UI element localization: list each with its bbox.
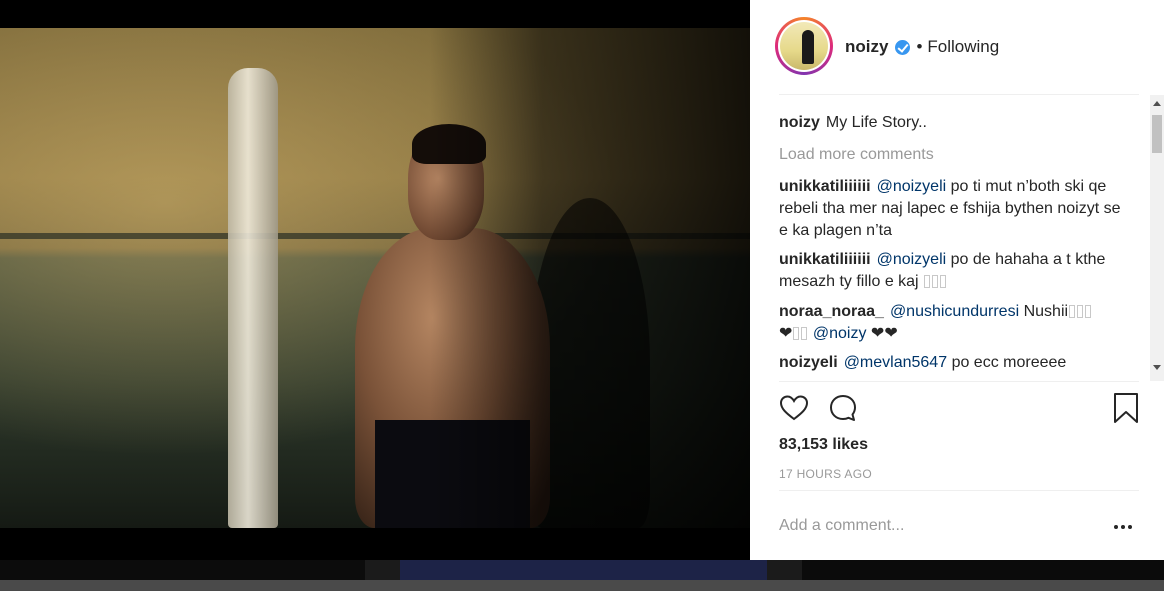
comment-text: Nushii [1023,303,1069,320]
load-more-comments-button[interactable]: Load more comments [779,144,934,166]
photo-shadow-overlay [430,28,750,528]
avatar[interactable] [778,20,830,72]
comment-item: noizyeli @mevlan5647 po ecc moreeee [779,352,1124,374]
scroll-up-arrow-icon[interactable] [1153,101,1161,106]
comment-mention[interactable]: @mevlan5647 [844,354,947,371]
post-media[interactable] [0,0,750,560]
emoji-placeholder-icon [932,275,939,289]
heart-emoji: ❤ [779,325,793,342]
emoji-placeholder-icon [793,327,800,341]
username-link[interactable]: noizy [845,37,888,57]
emoji-placeholder-icon [1085,305,1092,319]
emoji-placeholder-icon [1077,305,1084,319]
post-timestamp[interactable]: 17 HOURS AGO [779,467,872,481]
bookmark-icon[interactable] [1112,392,1140,424]
comment-mention[interactable]: @noizyeli [877,178,947,195]
post-photo[interactable] [0,28,750,528]
comment-username[interactable]: unikkatiliiiiii [779,251,871,268]
more-options-icon[interactable] [1114,525,1132,529]
separator-dot: • [916,37,923,56]
comment-username[interactable]: noizy [779,114,820,131]
comment-item: unikkatiliiiiii @noizyeli po ti mut n’bot… [779,176,1124,242]
bottom-bar [0,580,1164,591]
emoji-placeholder-icon [1069,305,1076,319]
heart-icon[interactable] [778,392,810,424]
caption: noizy My Life Story.. [779,112,1124,134]
feed-thumbnail [802,560,1164,580]
avatar-figure [802,30,814,64]
post-header: noizy • Following [750,0,1164,94]
post-side-panel: noizy • Following noizy My Life Story.. L… [750,0,1164,560]
verified-badge-icon [895,39,911,55]
background-feed-strip [0,560,1164,591]
comment-mention[interactable]: @noizyeli [877,251,947,268]
comment-bubble-icon[interactable] [827,392,859,424]
likes-count[interactable]: 83,153 likes [779,436,868,454]
dot [1121,525,1125,529]
comment-item: unikkatiliiiiii @noizyeli po de hahaha a … [779,249,1124,293]
comments-scrollbar[interactable] [1150,95,1164,381]
add-comment-input[interactable]: Add a comment... [779,517,904,535]
dot [1128,525,1132,529]
scroll-down-arrow-icon[interactable] [1153,365,1161,370]
comment-username[interactable]: unikkatiliiiiii [779,178,871,195]
feed-thumbnail [400,560,767,580]
comment-username[interactable]: noizyeli [779,354,838,371]
emoji-placeholder-icon [940,275,947,289]
feed-thumbnail [0,560,365,580]
caption-text: My Life Story.. [825,114,927,131]
emoji-placeholder-icon [924,275,931,289]
comments-list[interactable]: noizy My Life Story.. Load more comments … [779,95,1141,381]
hanging-towel [228,68,278,528]
comment-item: noraa_noraa_ @nushicundurresi Nushii ❤ @n… [779,301,1124,345]
avatar-story-ring[interactable] [775,17,833,75]
comment-username[interactable]: noraa_noraa_ [779,303,884,320]
dot [1114,525,1118,529]
comment-mention[interactable]: @noizy [813,325,867,342]
emoji-placeholder-icon [801,327,808,341]
comment-mention[interactable]: @nushicundurresi [890,303,1019,320]
header-username-row: noizy • Following [845,36,999,58]
following-button[interactable]: Following [927,37,999,57]
heart-emoji: ❤❤ [870,325,898,342]
post-actions [775,392,1145,428]
divider [779,490,1139,491]
comment-text: po ecc moreeee [951,354,1067,371]
scroll-thumb[interactable] [1152,115,1162,153]
divider [779,381,1139,382]
